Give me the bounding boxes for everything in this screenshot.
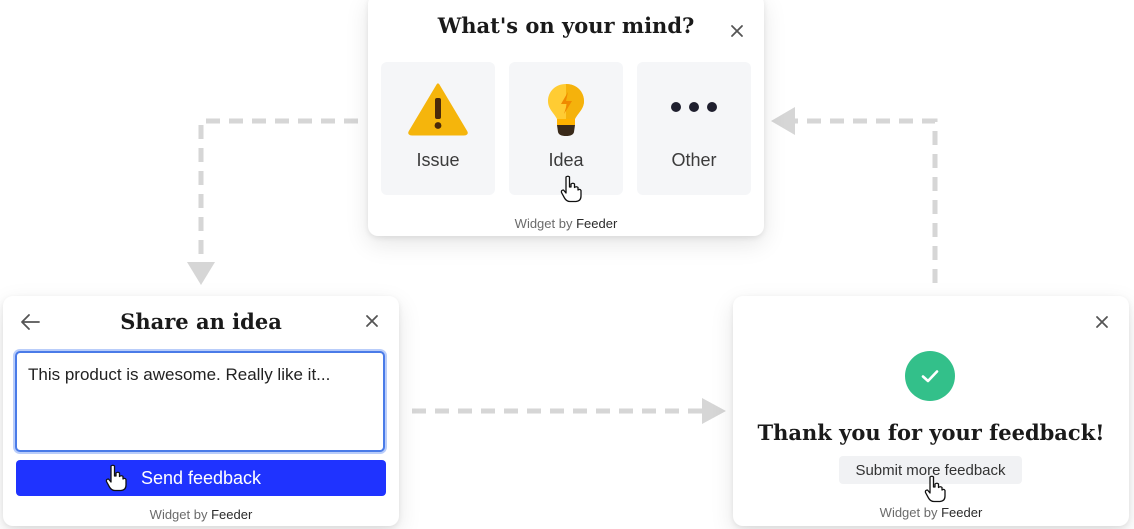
picker-title: What's on your mind?	[437, 13, 695, 38]
close-icon[interactable]	[726, 20, 748, 42]
widget-credit: Widget by Feeder	[733, 505, 1129, 520]
flow-arrow-to-idea	[198, 118, 358, 262]
widget-share-idea: Share an idea This product is awesome. R…	[3, 296, 399, 526]
check-icon	[905, 351, 955, 401]
feedback-textarea[interactable]: This product is awesome. Really like it.…	[15, 351, 385, 452]
lightbulb-icon	[509, 82, 623, 138]
thanks-title: Thank you for your feedback!	[757, 420, 1105, 445]
flow-arrowhead-left	[771, 107, 795, 135]
more-dots-icon	[637, 100, 751, 114]
option-issue-label: Issue	[416, 150, 460, 170]
widget-credit: Widget by Feeder	[3, 507, 399, 522]
send-feedback-button[interactable]: Send feedback	[16, 460, 386, 496]
feedback-flow-stage: What's on your mind? Issue Idea Other Wi…	[0, 0, 1134, 529]
widget-credit: Widget by Feeder	[368, 216, 764, 231]
widget-thank-you: Thank you for your feedback! Submit more…	[733, 296, 1129, 526]
credit-brand-link[interactable]: Feeder	[941, 505, 982, 520]
credit-prefix: Widget by	[149, 507, 208, 522]
close-icon[interactable]	[361, 310, 383, 332]
credit-brand-link[interactable]: Feeder	[576, 216, 617, 231]
close-icon[interactable]	[1091, 311, 1113, 333]
credit-brand-link[interactable]: Feeder	[211, 507, 252, 522]
option-other[interactable]: Other	[637, 62, 751, 195]
flow-arrowhead-down	[187, 262, 215, 285]
widget-type-picker: What's on your mind? Issue Idea Other Wi…	[368, 0, 764, 236]
flow-arrowhead-right	[702, 398, 726, 424]
option-other-label: Other	[671, 150, 717, 170]
flow-arrow-back-to-start	[795, 118, 938, 283]
credit-prefix: Widget by	[514, 216, 573, 231]
warning-icon	[381, 82, 495, 136]
idea-title: Share an idea	[120, 309, 282, 334]
option-idea-label: Idea	[548, 150, 584, 170]
option-idea[interactable]: Idea	[509, 62, 623, 195]
credit-prefix: Widget by	[879, 505, 938, 520]
option-issue[interactable]: Issue	[381, 62, 495, 195]
submit-more-feedback-button[interactable]: Submit more feedback	[839, 456, 1022, 484]
